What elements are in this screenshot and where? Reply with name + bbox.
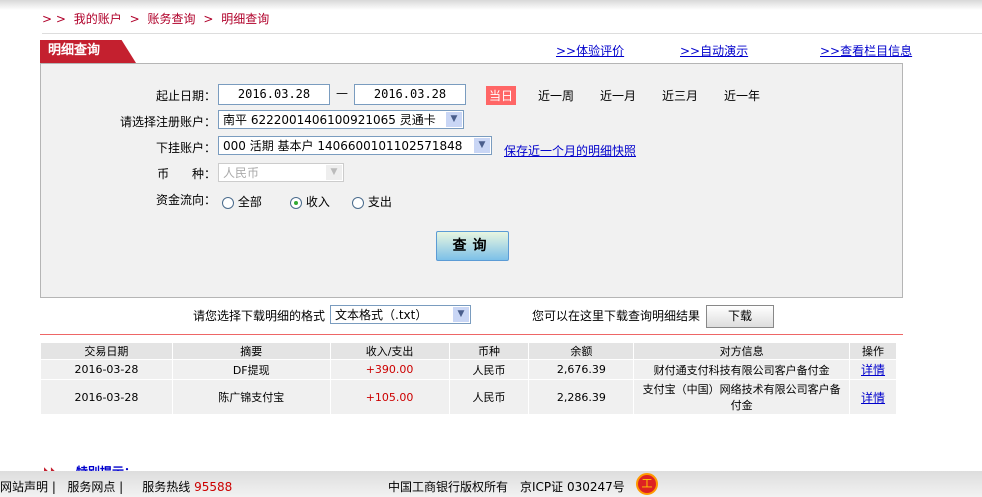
sub-account-label: 下挂账户：: [155, 141, 216, 155]
last-month-button[interactable]: 近一月: [600, 87, 636, 104]
radio-icon[interactable]: [352, 196, 364, 209]
cell-counterparty: 支付宝（中国）网络技术有限公司客户备付金: [633, 379, 851, 415]
copyright: 中国工商银行版权所有: [388, 480, 509, 494]
cell-balance: 2,286.39: [528, 379, 635, 415]
start-date-input[interactable]: 2016.03.28: [218, 84, 330, 105]
format-value: 文本格式（.txt）: [335, 308, 428, 322]
currency-label: 币 种：: [157, 167, 216, 181]
service-outlets-link[interactable]: 服务网点: [67, 480, 115, 494]
breadcrumb-detail-query: 明细查询: [221, 12, 270, 26]
chevron-down-icon: ▼: [453, 307, 469, 322]
breadcrumb-sep: >: [203, 12, 214, 26]
flow-all-label: 全部: [237, 195, 262, 209]
radio-icon[interactable]: [222, 196, 234, 209]
detail-link[interactable]: 详情: [861, 363, 885, 377]
currency-value: 人民币: [223, 166, 260, 180]
account-value: 南平 6222001406100921065 灵通卡: [223, 113, 436, 127]
header-currency: 币种: [448, 342, 530, 360]
sub-account-value: 000 活期 基本户 1406600101102571848: [223, 139, 463, 153]
cell-amount: +105.00: [329, 379, 450, 415]
cell-counterparty: 财付通支付科技有限公司客户备付金: [633, 359, 851, 380]
feedback-link[interactable]: >>体验评价: [556, 42, 624, 59]
currency-select: 人民币 ▼: [218, 163, 344, 182]
last-week-button[interactable]: 近一周: [538, 87, 574, 104]
date-dash: —: [336, 86, 348, 100]
footer-links: 网站声明 | 服务网点 | 服务热线 95588: [0, 480, 233, 494]
tab-detail-query: 明细查询: [40, 40, 136, 63]
account-select[interactable]: 南平 6222001406100921065 灵通卡 ▼: [218, 110, 464, 129]
header-counterparty: 对方信息: [633, 342, 851, 360]
radio-checked-icon[interactable]: [290, 196, 302, 209]
header-balance: 余额: [528, 342, 635, 360]
end-date-input[interactable]: 2016.03.28: [354, 84, 466, 105]
hotline-label: 服务热线: [142, 480, 191, 494]
flow-expense-label: 支出: [367, 195, 392, 209]
last-year-button[interactable]: 近一年: [724, 87, 760, 104]
header-summary: 摘要: [171, 342, 331, 360]
date-label: 起止日期：: [155, 89, 216, 103]
header-action: 操作: [849, 342, 897, 360]
query-button[interactable]: 查询: [436, 231, 509, 261]
format-label: 请您选择下载明细的格式: [193, 309, 326, 323]
cell-date: 2016-03-28: [40, 359, 173, 380]
account-label: 请选择注册账户：: [119, 115, 216, 129]
flow-income-radio[interactable]: 收入: [290, 193, 330, 210]
cell-summary: 陈广锦支付宝: [171, 379, 331, 415]
detail-link[interactable]: 详情: [861, 391, 885, 405]
top-bar: [0, 0, 982, 10]
sub-account-select[interactable]: 000 活期 基本户 1406600101102571848 ▼: [218, 136, 492, 155]
divider: [42, 33, 982, 34]
flow-all-radio[interactable]: 全部: [222, 193, 262, 210]
auto-demo-link[interactable]: >>自动演示: [680, 42, 748, 59]
cell-date: 2016-03-28: [40, 379, 173, 415]
police-badge-icon: 工: [636, 473, 658, 495]
table-row: 2016-03-28 DF提现 +390.00 人民币 2,676.39 财付通…: [40, 359, 897, 380]
flow-label: 资金流向：: [155, 193, 216, 207]
breadcrumb: > > 我的账户 > 账务查询 > 明细查询: [42, 10, 273, 27]
cell-amount: +390.00: [329, 359, 450, 380]
table-header: 交易日期 摘要 收入/支出 币种 余额 对方信息 操作: [40, 342, 897, 360]
today-button[interactable]: 当日: [486, 86, 517, 105]
download-button[interactable]: 下载: [706, 305, 774, 328]
column-info-link[interactable]: >>查看栏目信息: [820, 42, 912, 59]
hotline-number: 95588: [194, 480, 233, 494]
header-date: 交易日期: [40, 342, 173, 360]
download-hint: 您可以在这里下载查询明细结果: [532, 309, 701, 323]
detail-table: 交易日期 摘要 收入/支出 币种 余额 对方信息 操作 2016-03-28 D…: [40, 342, 897, 415]
breadcrumb-account-query[interactable]: 账务查询: [148, 12, 196, 26]
cell-currency: 人民币: [448, 379, 530, 415]
cell-currency: 人民币: [448, 359, 530, 380]
last-3-months-button[interactable]: 近三月: [662, 87, 698, 104]
flow-income-label: 收入: [305, 195, 330, 209]
chevron-down-icon: ▼: [446, 112, 462, 127]
cell-balance: 2,676.39: [528, 359, 635, 380]
save-snapshot-link[interactable]: 保存近一个月的明细快照: [504, 142, 636, 159]
breadcrumb-sep: >: [129, 12, 140, 26]
flow-expense-radio[interactable]: 支出: [352, 193, 392, 210]
chevron-down-icon: ▼: [474, 138, 490, 153]
icp: 京ICP证 030247号: [520, 480, 625, 494]
breadcrumb-prefix: > >: [42, 12, 66, 26]
chevron-down-icon: ▼: [326, 165, 342, 180]
breadcrumb-my-account[interactable]: 我的账户: [74, 12, 122, 26]
header-amount: 收入/支出: [329, 342, 450, 360]
site-statement-link[interactable]: 网站声明: [0, 480, 48, 494]
table-row: 2016-03-28 陈广锦支付宝 +105.00 人民币 2,286.39 支…: [40, 379, 897, 415]
divider: [40, 334, 903, 335]
cell-summary: DF提现: [171, 359, 331, 380]
format-select[interactable]: 文本格式（.txt） ▼: [330, 305, 471, 324]
